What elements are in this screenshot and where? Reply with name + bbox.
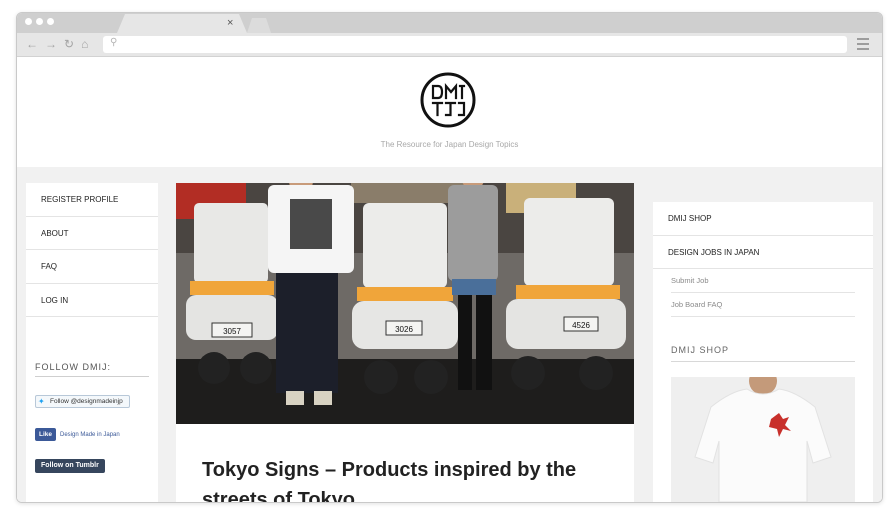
browser-window: × ← → ↻ ⌂ ⚲ The Resource for Japan Desig… bbox=[16, 12, 883, 503]
right-sidebar: DMIJ SHOP DESIGN JOBS IN JAPAN Submit Jo… bbox=[653, 183, 873, 502]
main-article: 3057 3026 4526 Tokyo Signs – Products in… bbox=[176, 183, 634, 502]
minimize-dot[interactable] bbox=[36, 18, 43, 25]
twitter-bird-icon: ✦ bbox=[38, 397, 45, 406]
sidebar-item-faq[interactable]: FAQ bbox=[26, 250, 158, 284]
follow-heading: FOLLOW DMIJ: bbox=[35, 362, 149, 377]
dmij-logo[interactable] bbox=[420, 72, 476, 128]
hero-image[interactable]: 3057 3026 4526 bbox=[176, 183, 634, 424]
tab-close-icon[interactable]: × bbox=[227, 16, 233, 30]
close-dot[interactable] bbox=[25, 18, 32, 25]
twitter-follow-button[interactable]: ✦ Follow @designmadeinjp bbox=[35, 395, 130, 408]
home-icon[interactable]: ⌂ bbox=[81, 36, 88, 53]
left-sidebar: REGISTER PROFILE ABOUT FAQ LOG IN FOLLOW… bbox=[26, 183, 158, 502]
maximize-dot[interactable] bbox=[47, 18, 54, 25]
back-arrow-icon[interactable]: ← bbox=[26, 36, 38, 53]
shop-heading: DMIJ SHOP bbox=[671, 345, 855, 362]
sidebar-item-log-in[interactable]: LOG IN bbox=[26, 284, 158, 317]
sidebar-item-about[interactable]: ABOUT bbox=[26, 217, 158, 250]
submit-job-link[interactable]: Submit Job bbox=[671, 269, 855, 293]
site-tagline: The Resource for Japan Design Topics bbox=[380, 140, 519, 149]
shop-product-image[interactable] bbox=[671, 377, 855, 502]
plate-left: 3057 bbox=[223, 327, 241, 336]
facebook-like[interactable]: Like Design Made in Japan bbox=[35, 428, 120, 441]
browser-toolbar: ← → ↻ ⌂ ⚲ bbox=[17, 33, 882, 57]
facebook-like-button[interactable]: Like bbox=[35, 428, 57, 441]
content-area: REGISTER PROFILE ABOUT FAQ LOG IN FOLLOW… bbox=[17, 167, 882, 502]
web-page: The Resource for Japan Design Topics REG… bbox=[17, 57, 882, 502]
facebook-page-label[interactable]: Design Made in Japan bbox=[60, 432, 120, 438]
plate-right: 4526 bbox=[572, 321, 590, 330]
article-title[interactable]: Tokyo Signs – Products inspired by the s… bbox=[202, 455, 622, 502]
reload-icon[interactable]: ↻ bbox=[64, 36, 74, 53]
window-controls[interactable] bbox=[25, 18, 54, 25]
sidebar-item-register-profile[interactable]: REGISTER PROFILE bbox=[26, 183, 158, 217]
plate-middle: 3026 bbox=[395, 325, 413, 334]
forward-arrow-icon[interactable]: → bbox=[45, 36, 57, 53]
sidebar-item-dmij-shop[interactable]: DMIJ SHOP bbox=[653, 202, 873, 236]
address-bar[interactable]: ⚲ bbox=[103, 36, 847, 53]
tab-strip: × bbox=[17, 13, 882, 33]
twitter-follow-label: Follow @designmadeinjp bbox=[50, 398, 123, 405]
menu-icon[interactable] bbox=[857, 38, 869, 53]
sidebar-item-design-jobs[interactable]: DESIGN JOBS IN JAPAN bbox=[653, 236, 873, 269]
job-board-faq-link[interactable]: Job Board FAQ bbox=[671, 293, 855, 317]
new-tab-button[interactable] bbox=[247, 18, 271, 33]
search-icon: ⚲ bbox=[110, 37, 118, 48]
site-header: The Resource for Japan Design Topics bbox=[17, 57, 882, 167]
tumblr-follow-button[interactable]: Follow on Tumblr bbox=[35, 459, 105, 473]
